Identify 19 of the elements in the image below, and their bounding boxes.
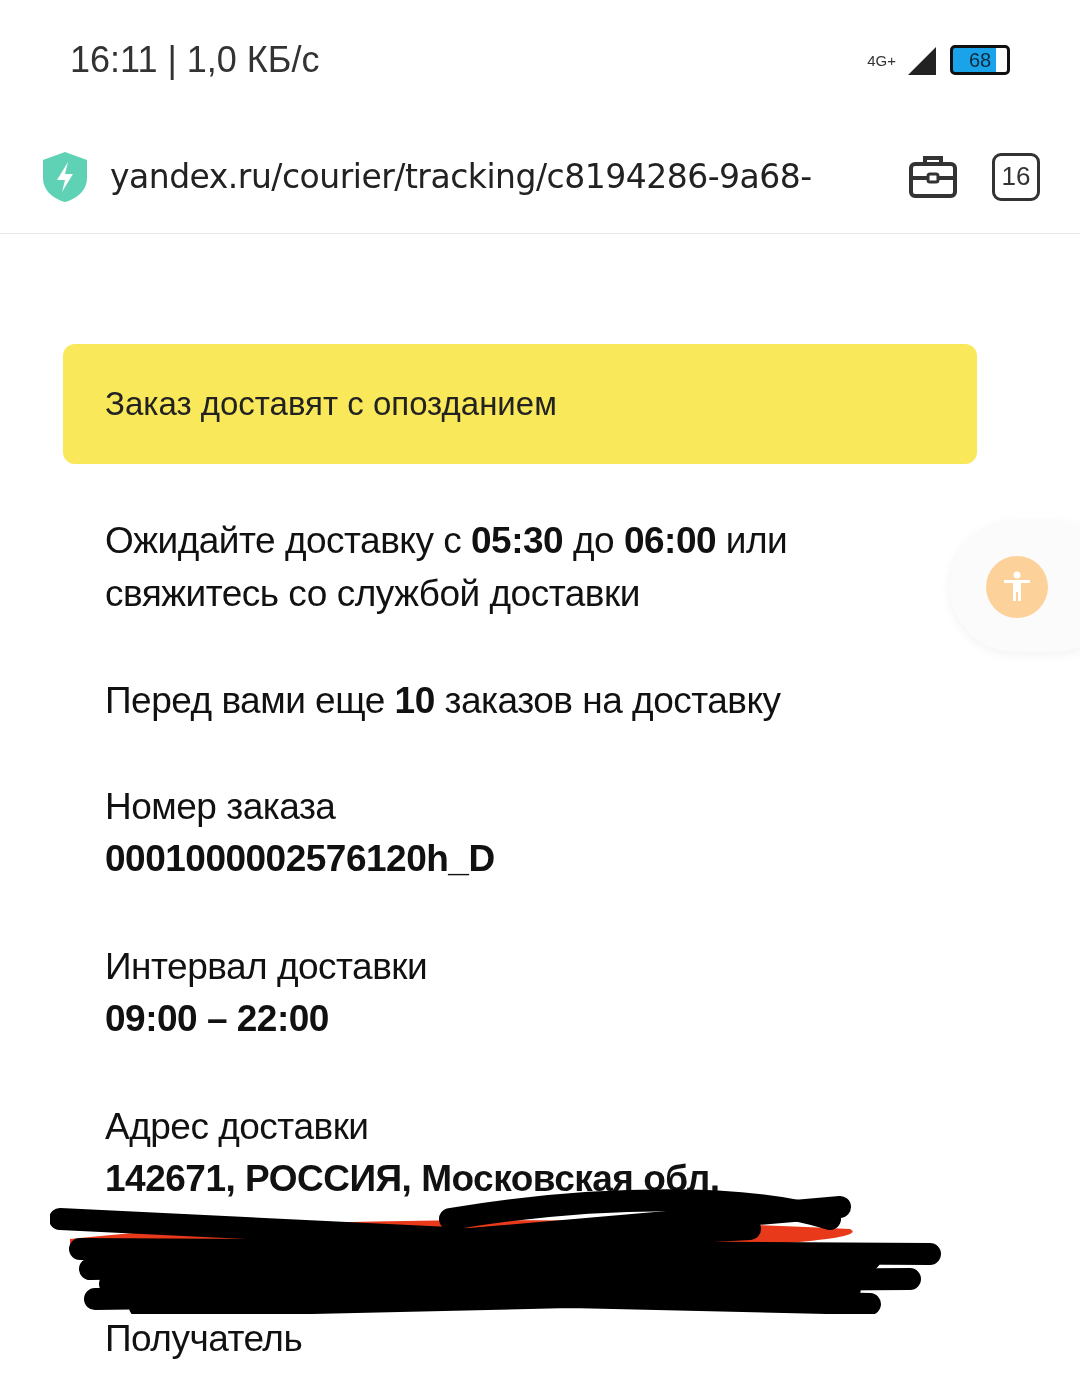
delivery-message: Перед вами еще 10 заказов на доставку xyxy=(105,679,782,723)
tabs-button[interactable]: 16 xyxy=(992,152,1040,201)
field-value: 0001000002576120h_D xyxy=(105,837,496,881)
field-value: 142671, РОССИЯ, Московская обл, xyxy=(105,1157,721,1201)
field-value: 09:00 – 22:00 xyxy=(105,997,330,1041)
url-text[interactable]: yandex.ru/courier/tracking/c8194286-9a68- xyxy=(110,157,888,196)
delay-alert: Заказ доставят с опозданием xyxy=(63,344,977,464)
battery-icon: 68 xyxy=(950,45,1010,75)
briefcase-icon[interactable] xyxy=(908,153,958,200)
shield-icon xyxy=(40,149,90,204)
field-label: Интервал доставки xyxy=(105,945,429,989)
field-label: Адрес доставки xyxy=(105,1105,370,1149)
network-type: 4G+ xyxy=(867,51,896,69)
field-label: Получатель xyxy=(105,1317,304,1361)
status-time: 16:11 | 1,0 КБ/с xyxy=(70,39,320,81)
delivery-message: Ожидайте доставку с 05:30 до 06:00 или свяжитесь со службой доставки xyxy=(105,519,789,616)
field-label: Номер заказа xyxy=(105,785,337,829)
signal-icon xyxy=(908,45,938,75)
accessibility-icon xyxy=(1002,571,1032,603)
